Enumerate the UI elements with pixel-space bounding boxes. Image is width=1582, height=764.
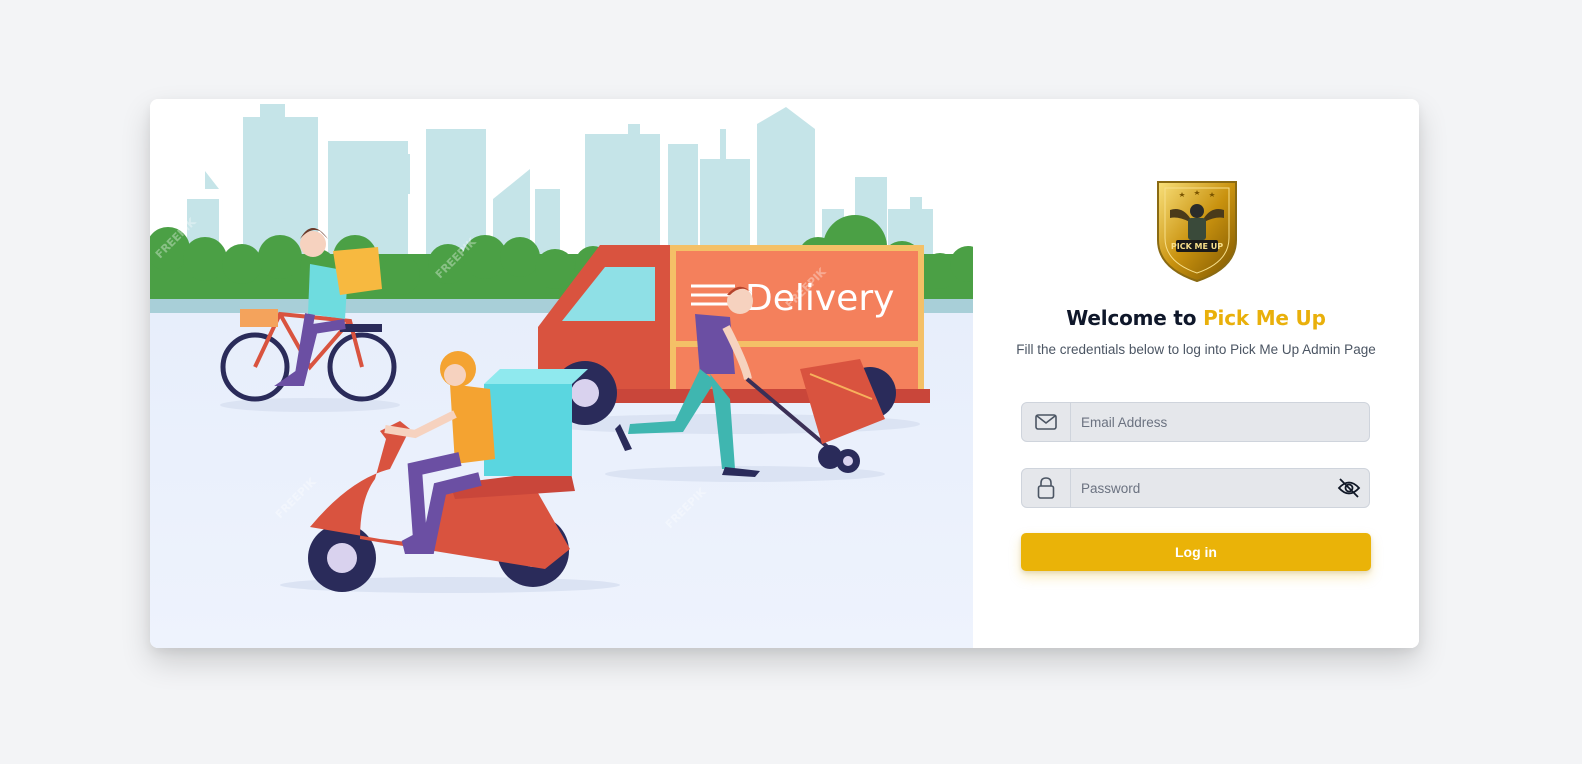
- login-subtitle: Fill the credentials below to log into P…: [1016, 342, 1376, 357]
- truck-label: Delivery: [745, 278, 894, 319]
- welcome-title-prefix: Welcome to: [1066, 306, 1204, 330]
- toggle-password-visibility[interactable]: [1329, 469, 1369, 507]
- password-prefix: [1022, 469, 1071, 507]
- delivery-illustration: Delivery FREEPIK FREEPIK FREEPIK FREEPIK…: [150, 99, 973, 648]
- eye-off-icon: [1337, 478, 1361, 498]
- email-field: [1021, 402, 1370, 442]
- email-input[interactable]: [1071, 403, 1369, 441]
- envelope-icon: [1035, 414, 1057, 430]
- password-field: [1021, 468, 1370, 508]
- pick-me-up-logo: PICK ME UP: [1157, 181, 1237, 283]
- password-input[interactable]: [1071, 469, 1329, 507]
- lock-icon: [1037, 477, 1055, 499]
- login-card: Delivery FREEPIK FREEPIK FREEPIK FREEPIK…: [150, 99, 1419, 648]
- svg-text:PICK ME UP: PICK ME UP: [1171, 242, 1223, 251]
- delivery-scene: Delivery FREEPIK FREEPIK FREEPIK FREEPIK…: [150, 99, 973, 648]
- email-prefix: [1022, 403, 1071, 441]
- welcome-title-brand: Pick Me Up: [1203, 306, 1326, 330]
- login-panel: PICK ME UP Welcome to Pick Me Up Fill th…: [973, 99, 1419, 648]
- welcome-title: Welcome to Pick Me Up: [973, 306, 1419, 330]
- login-button[interactable]: Log in: [1021, 533, 1371, 571]
